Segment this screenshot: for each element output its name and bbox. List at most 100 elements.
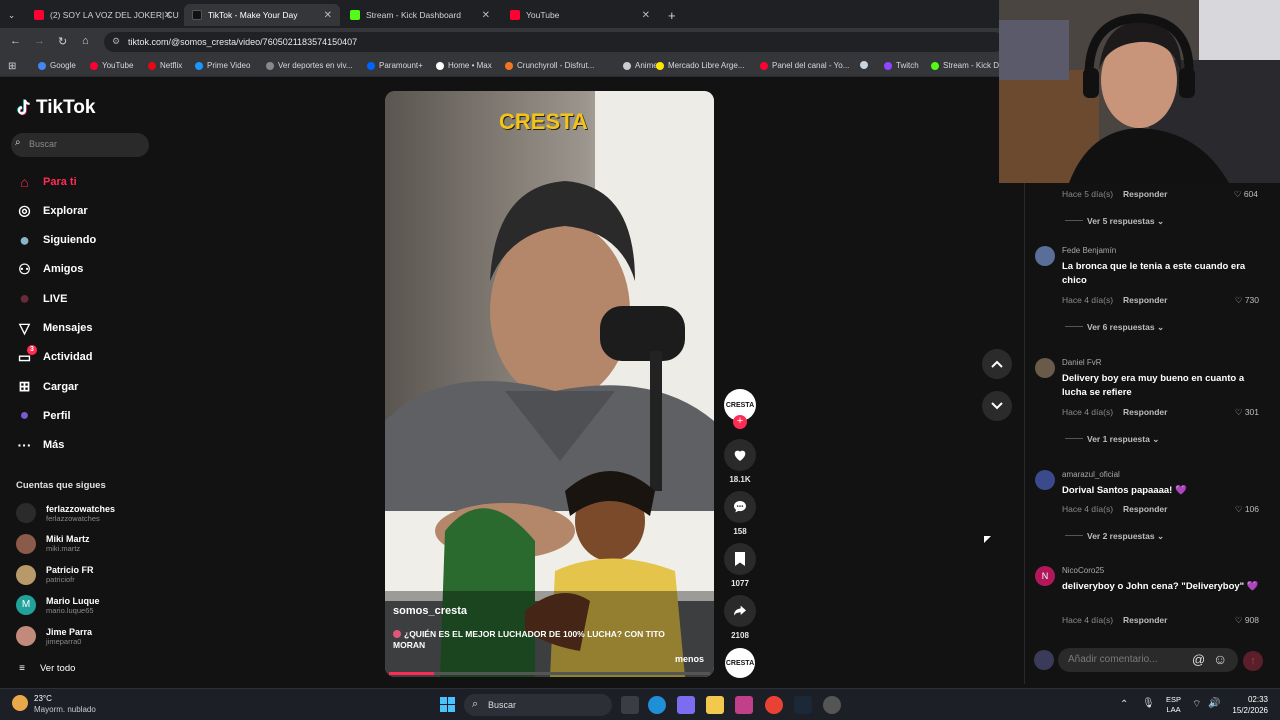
progress-track[interactable] (389, 672, 710, 675)
post-comment-button[interactable]: ↑ (1243, 651, 1263, 671)
followed-account[interactable]: Miki Martz miki.martz (16, 533, 90, 554)
view-replies-button[interactable]: Ver 1 respuesta ⌄ (1065, 434, 1159, 445)
avatar[interactable]: N (1035, 566, 1055, 586)
followed-account[interactable]: M Mario Luque mario.luque65 (16, 595, 100, 616)
bookmark-item[interactable]: Paramount+ (367, 61, 423, 70)
author-avatar-button[interactable]: CRESTA + (724, 389, 756, 429)
search-input[interactable]: ⌕ Buscar (11, 133, 149, 157)
comment-button[interactable]: 158 (724, 491, 756, 536)
video-player[interactable]: CRESTA somos_cresta ¿QUIÉN ES EL MEJOR L… (385, 91, 714, 677)
tab-youtube[interactable]: YouTube ✕ (502, 4, 658, 26)
nav-item-messages[interactable]: ▽ Mensajes (16, 320, 92, 337)
clock[interactable]: 02:33 15/2/2026 (1228, 694, 1268, 716)
network-icon[interactable]: ⌔ (1192, 698, 1201, 711)
nav-item-more[interactable]: ··· Más (16, 437, 65, 454)
reload-icon[interactable]: ↻ (58, 35, 67, 48)
reply-button[interactable]: Responder (1123, 407, 1167, 417)
steam-icon[interactable] (794, 696, 812, 714)
avatar[interactable] (1035, 358, 1055, 378)
followed-account[interactable]: Jime Parra jimeparra0 (16, 626, 92, 647)
like-button[interactable]: 18.1K (724, 439, 756, 484)
comment-username[interactable]: NicoCoro25 (1062, 566, 1104, 575)
less-button[interactable]: menos (675, 654, 704, 664)
avatar[interactable] (1035, 246, 1055, 266)
view-replies-button[interactable]: Ver 5 respuestas ⌄ (1065, 216, 1164, 227)
tab-search-button[interactable]: ⌄ (0, 4, 26, 26)
nav-item-friends[interactable]: ⚇ Amigos (16, 261, 83, 278)
bookmark-item[interactable]: Crunchyroll - Disfrut... (505, 61, 594, 70)
bookmark-item[interactable]: Home • Max (436, 61, 492, 70)
video-author[interactable]: somos_cresta (393, 605, 467, 617)
edge-icon[interactable] (648, 696, 666, 714)
nav-item-home[interactable]: ⌂ Para ti (16, 173, 76, 190)
reply-button[interactable]: Responder (1123, 615, 1167, 625)
bookmark-item[interactable]: Prime Video (195, 61, 250, 70)
nav-item-upload[interactable]: ⊞ Cargar (16, 378, 79, 395)
music-disc-button[interactable]: CRESTA (724, 648, 756, 678)
photos-icon[interactable] (735, 696, 753, 714)
bookmark-item[interactable]: Anime (623, 61, 658, 70)
next-video-button[interactable] (982, 391, 1012, 421)
comment-username[interactable]: amarazul_oficial (1062, 470, 1120, 479)
copilot-icon[interactable] (677, 696, 695, 714)
bookmark-item[interactable]: YouTube (90, 61, 133, 70)
microphone-icon[interactable]: 🎙 (1142, 698, 1155, 709)
site-info-icon[interactable]: ⚙ (112, 36, 120, 47)
comment-username[interactable]: Daniel FvR (1062, 358, 1102, 367)
chrome-icon[interactable] (765, 696, 783, 714)
close-icon[interactable]: ✕ (642, 10, 650, 21)
back-icon[interactable]: ← (10, 35, 21, 47)
tab-tiktok[interactable]: TikTok - Make Your Day ✕ (184, 4, 340, 26)
home-icon[interactable]: ⌂ (82, 35, 89, 47)
windows-start-icon[interactable] (440, 697, 456, 713)
volume-icon[interactable]: 🔊 (1208, 698, 1220, 709)
taskbar-search[interactable]: ⌕ Buscar (464, 694, 612, 716)
avatar[interactable] (1035, 470, 1055, 490)
obs-icon[interactable] (823, 696, 841, 714)
tab-youtube-joker[interactable]: (2) SOY LA VOZ DEL JOKER| CU ✕ (26, 4, 180, 26)
reply-button[interactable]: Responder (1123, 504, 1167, 514)
view-replies-button[interactable]: Ver 2 respuestas ⌄ (1065, 531, 1164, 542)
nav-item-following-avatar[interactable]: ● Siguiendo (16, 230, 96, 250)
language-indicator[interactable]: ESP LAA (1166, 695, 1181, 715)
see-all-button[interactable]: ≡ Ver todo (16, 660, 75, 677)
comment-like-button[interactable]: ♡ 604 (1234, 189, 1258, 200)
apps-icon[interactable]: ⊞ (8, 61, 16, 72)
comment-like-button[interactable]: ♡ 730 (1235, 295, 1259, 306)
reply-button[interactable]: Responder (1123, 295, 1167, 305)
tray-chevron-icon[interactable]: ⌃ (1120, 699, 1128, 710)
forward-icon[interactable]: → (34, 35, 45, 47)
save-button[interactable]: 1077 (724, 543, 756, 588)
task-view-icon[interactable] (621, 696, 639, 714)
weather-desc[interactable]: Mayorm. nublado (34, 705, 96, 714)
weather-temp[interactable]: 23°C (34, 694, 52, 703)
close-icon[interactable]: ✕ (164, 10, 172, 21)
comment-like-button[interactable]: ♡ 908 (1235, 615, 1259, 626)
nav-item-live[interactable]: ● LIVE (16, 288, 67, 308)
file-explorer-icon[interactable] (706, 696, 724, 714)
new-tab-button[interactable]: + (660, 4, 680, 26)
bookmark-item[interactable]: Google (38, 61, 76, 70)
emoji-icon[interactable]: ☺ (1213, 651, 1227, 667)
bookmark-item[interactable]: Netflix (148, 61, 182, 70)
comment-like-button[interactable]: ♡ 106 (1235, 504, 1259, 515)
bookmark-item[interactable] (860, 61, 872, 69)
view-replies-button[interactable]: Ver 6 respuestas ⌄ (1065, 322, 1164, 333)
comment-username[interactable]: Fede Benjamín (1062, 246, 1116, 255)
nav-item-profile[interactable]: ● Perfil (16, 407, 71, 424)
share-button[interactable]: 2108 (724, 595, 756, 640)
bookmark-item[interactable]: Twitch (884, 61, 919, 70)
close-icon[interactable]: ✕ (482, 10, 490, 21)
nav-item-compass[interactable]: ◎ Explorar (16, 202, 87, 219)
tiktok-logo[interactable]: TikTok (16, 97, 95, 119)
previous-video-button[interactable] (982, 349, 1012, 379)
followed-account[interactable]: ferlazzowatches ferlazzowatches (16, 503, 115, 523)
bookmark-item[interactable]: Panel del canal - Yo... (760, 61, 849, 70)
mention-icon[interactable]: @ (1192, 652, 1205, 667)
bookmark-item[interactable]: Mercado Libre Arge... (656, 61, 744, 70)
followed-account[interactable]: Patricio FR patriciofr (16, 564, 94, 585)
close-icon[interactable]: ✕ (324, 10, 332, 21)
nav-item-activity[interactable]: ▭ 3 Actividad (16, 344, 93, 366)
url-input[interactable]: ⚙ tiktok.com/@somos_cresta/video/7605021… (104, 32, 1004, 52)
bookmark-item[interactable]: Stream - Kick D (931, 61, 999, 70)
